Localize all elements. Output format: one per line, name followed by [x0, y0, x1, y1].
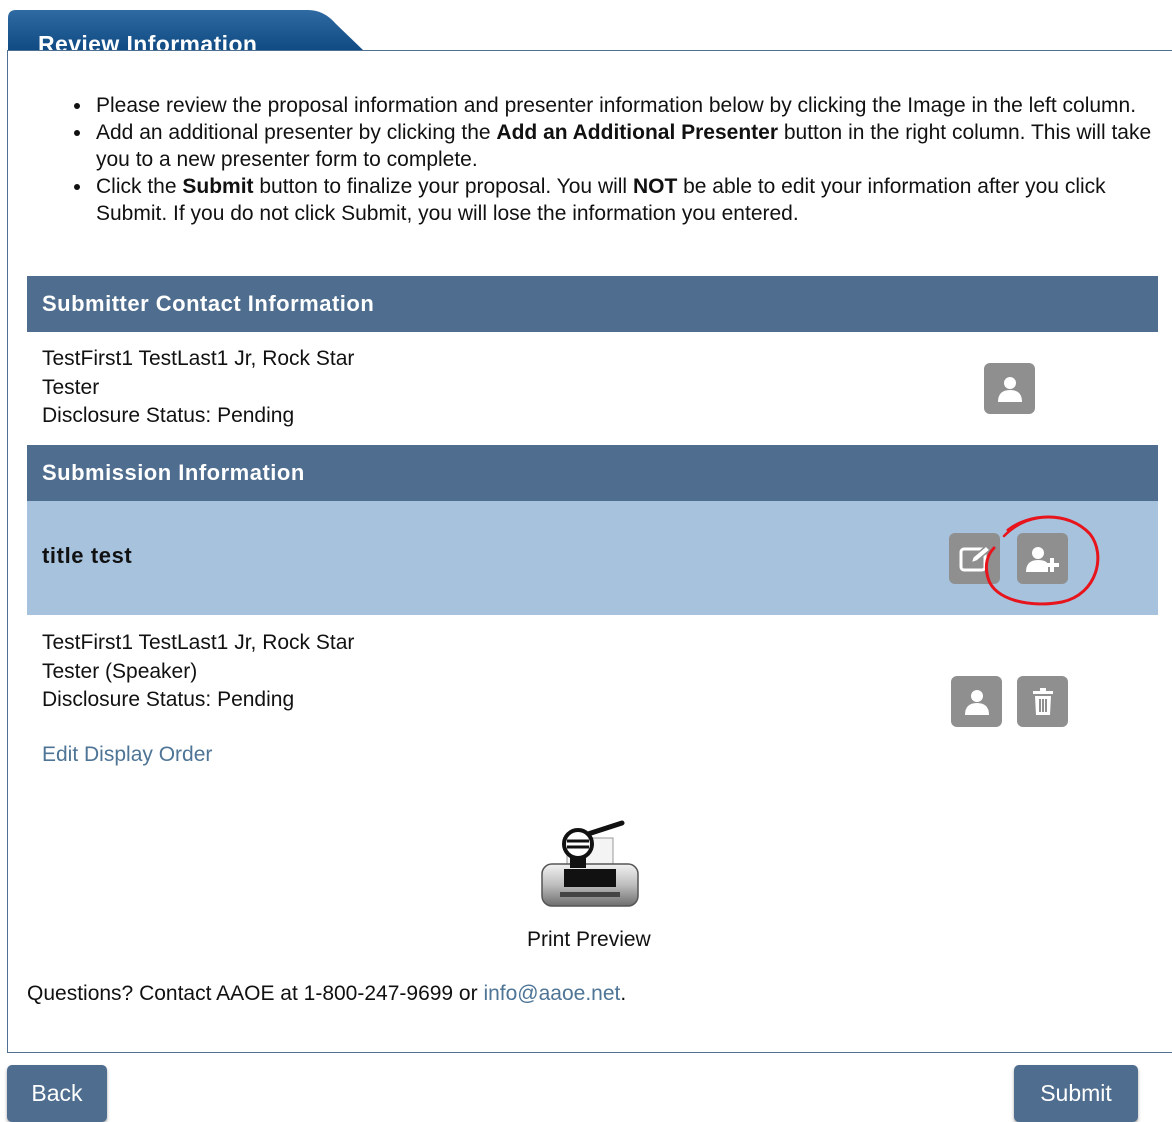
presenter-details: TestFirst1 TestLast1 Jr, Rock Star Teste… — [42, 629, 354, 715]
presenter-name: TestFirst1 TestLast1 Jr, Rock Star — [42, 631, 355, 654]
submission-section-header: Submission Information — [27, 445, 1158, 501]
instruction-item: Please review the proposal information a… — [67, 92, 1152, 119]
edit-icon — [959, 544, 991, 571]
instruction-item: Add an additional presenter by clicking … — [67, 119, 1152, 173]
submitter-view-button[interactable] — [984, 363, 1035, 414]
contact-info: Questions? Contact AAOE at 1-800-247-969… — [27, 982, 627, 1005]
submitter-details: TestFirst1 TestLast1 Jr, Rock Star Teste… — [42, 345, 354, 431]
add-user-icon — [1025, 546, 1059, 572]
back-button[interactable]: Back — [7, 1065, 107, 1122]
contact-email-link[interactable]: info@aaoe.net — [483, 982, 620, 1005]
presenter-role: Tester (Speaker) — [42, 659, 198, 683]
print-preview-button[interactable] — [540, 820, 640, 908]
instruction-item: Click the Submit button to finalize your… — [67, 173, 1152, 227]
submission-title: title test — [42, 543, 133, 568]
print-preview-icon — [541, 820, 639, 907]
add-additional-presenter-button[interactable] — [1017, 533, 1068, 584]
review-information-tab: Review Information — [8, 10, 364, 57]
submitter-name: TestFirst1 TestLast1 Jr, Rock Star — [42, 347, 355, 370]
edit-submission-button[interactable] — [949, 533, 1000, 584]
user-icon — [997, 376, 1022, 402]
print-preview-label[interactable]: Print Preview — [527, 928, 651, 952]
delete-presenter-button[interactable] — [1017, 676, 1068, 727]
submitter-disclosure: Disclosure Status: Pending — [42, 404, 295, 427]
presenter-view-button[interactable] — [951, 676, 1002, 727]
user-icon — [964, 689, 989, 715]
submitter-role: Tester — [42, 375, 100, 399]
trash-icon — [1032, 687, 1053, 715]
presenter-disclosure: Disclosure Status: Pending — [42, 688, 295, 711]
submit-button[interactable]: Submit — [1014, 1065, 1138, 1122]
instructions-list: Please review the proposal information a… — [67, 92, 1152, 227]
submitter-section-header: Submitter Contact Information — [27, 276, 1158, 332]
edit-display-order-link[interactable]: Edit Display Order — [42, 743, 212, 767]
